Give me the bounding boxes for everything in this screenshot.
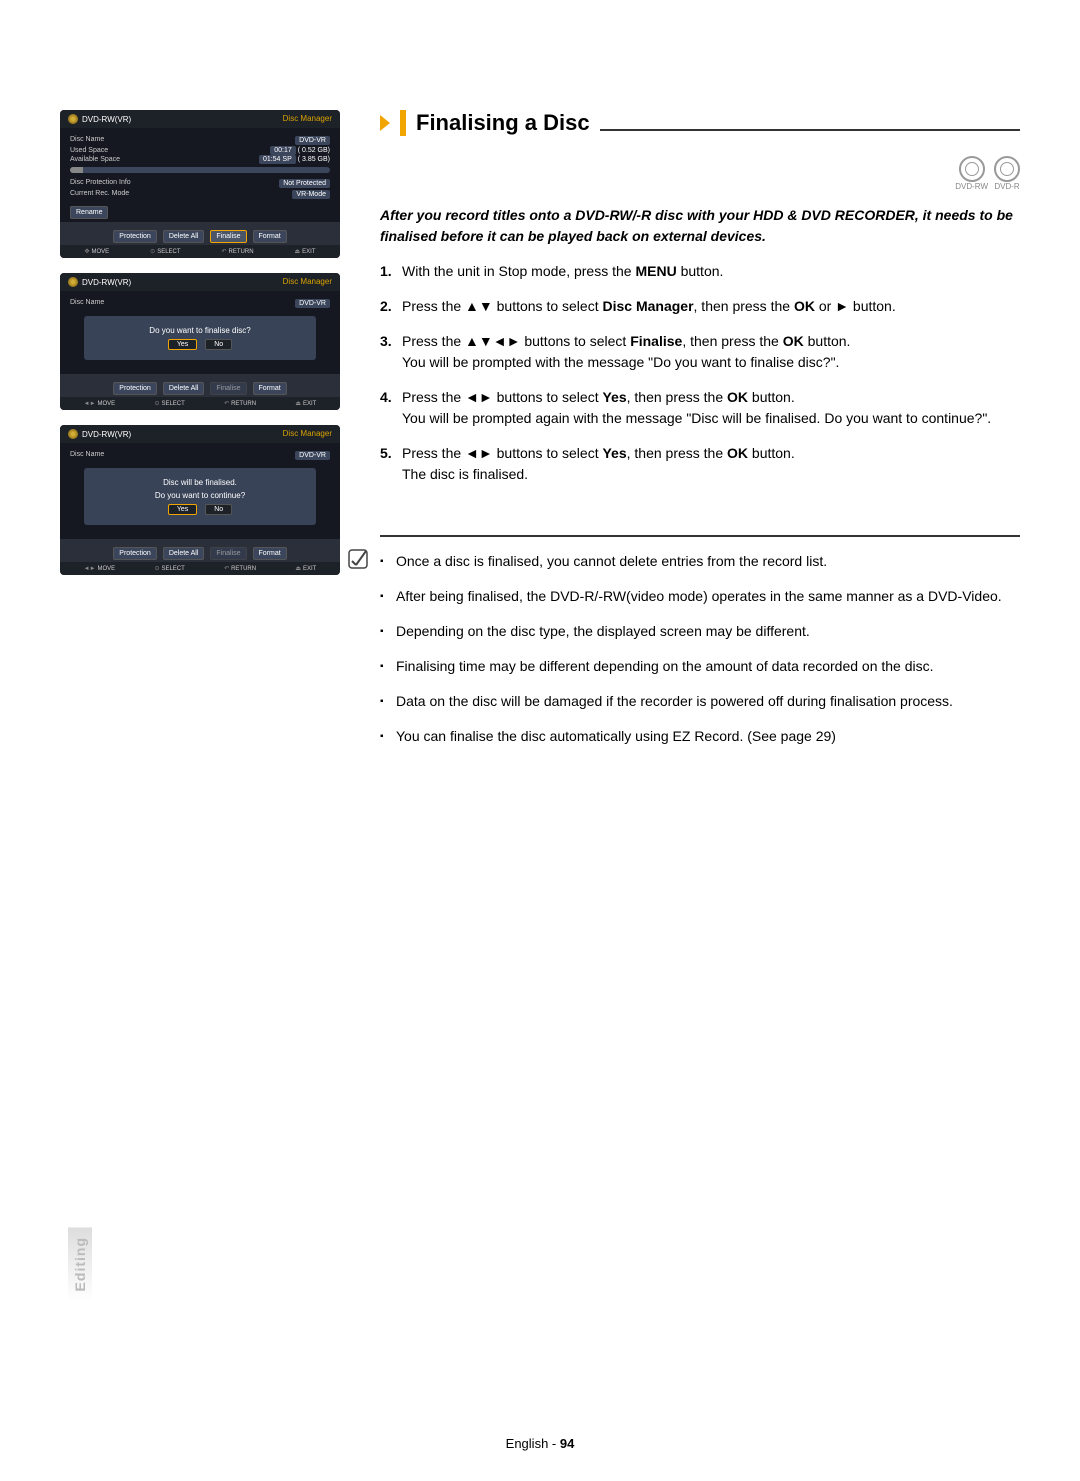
step-list: With the unit in Stop mode, press the ME… [380, 261, 1020, 485]
footer-exit: EXIT [302, 249, 315, 255]
note-item: Finalising time may be different dependi… [380, 656, 1020, 677]
exit-icon: ⏏ [295, 248, 301, 255]
footer-move: MOVE [92, 249, 110, 255]
section-heading: Finalising a Disc [380, 110, 1020, 136]
dialog-finalise: Do you want to finalise disc? Yes No [84, 316, 316, 360]
finalise-button[interactable]: Finalise [210, 230, 246, 243]
step-item: Press the ◄► buttons to select Yes, then… [380, 443, 1020, 485]
note-item: Data on the disc will be damaged if the … [380, 691, 1020, 712]
rec-mode-value: VR-Mode [292, 190, 330, 199]
rename-button[interactable]: Rename [70, 206, 108, 219]
dialog-text-line2: Do you want to continue? [94, 491, 306, 500]
used-space-label: Used Space [70, 147, 150, 154]
note-item: After being finalised, the DVD-R/-RW(vid… [380, 586, 1020, 607]
section-tab: Editing [68, 1227, 92, 1301]
rec-mode-label: Current Rec. Mode [70, 190, 150, 199]
title-bar-icon [400, 110, 406, 136]
note-icon [346, 547, 370, 571]
device-label: DVD-RW(VR) [82, 115, 131, 124]
step-item: Press the ◄► buttons to select Yes, then… [380, 387, 1020, 429]
disc-icon [68, 277, 78, 287]
footer-return: RETURN [229, 249, 254, 255]
avail-time: 01:54 SP [259, 155, 296, 164]
content-column: Finalising a Disc DVD-RW DVD-R After you… [380, 110, 1020, 761]
dialog-continue: Disc will be finalised. Do you want to c… [84, 468, 316, 525]
protection-value: Not Protected [279, 179, 330, 188]
note-list: Once a disc is finalised, you cannot del… [380, 551, 1020, 747]
disc-type-icon: DVD-R [994, 156, 1020, 191]
disc-name-value: DVD-VR [295, 136, 330, 145]
yes-button[interactable]: Yes [168, 504, 197, 515]
select-icon: ⊙ [150, 248, 155, 255]
protection-button[interactable]: Protection [113, 230, 157, 243]
protection-label: Disc Protection Info [70, 179, 150, 188]
disc-icon [68, 429, 78, 439]
return-icon: ↶ [222, 248, 227, 255]
disc-type-icon: DVD-RW [955, 156, 988, 191]
used-size: ( 0.52 GB) [298, 147, 330, 154]
avail-size: ( 3.85 GB) [298, 156, 330, 163]
dialog-text-line1: Disc will be finalised. [94, 478, 306, 487]
screenshot-confirm-continue: DVD-RW(VR) Disc Manager Disc NameDVD-VR … [60, 425, 340, 575]
panel-title: Disc Manager [283, 114, 332, 124]
note-item: Depending on the disc type, the displaye… [380, 621, 1020, 642]
screenshot-disc-manager: DVD-RW(VR) Disc Manager Disc NameDVD-VR … [60, 110, 340, 258]
footer-select: SELECT [157, 249, 180, 255]
page-footer: English - 94 [0, 1436, 1080, 1451]
step-item: Press the ▲▼ buttons to select Disc Mana… [380, 296, 1020, 317]
used-time: 00:17 [270, 146, 296, 155]
no-button[interactable]: No [205, 504, 232, 515]
delete-all-button[interactable]: Delete All [163, 230, 205, 243]
move-icon: ✥ [84, 248, 89, 255]
step-item: Press the ▲▼◄► buttons to select Finalis… [380, 331, 1020, 373]
disc-name-label: Disc Name [70, 136, 150, 145]
no-button[interactable]: No [205, 339, 232, 350]
screenshot-confirm-finalise: DVD-RW(VR) Disc Manager Disc NameDVD-VR … [60, 273, 340, 410]
arrow-icon [380, 115, 390, 131]
page-title: Finalising a Disc [416, 110, 590, 136]
dialog-text: Do you want to finalise disc? [94, 326, 306, 335]
intro-text: After you record titles onto a DVD-RW/-R… [380, 205, 1020, 247]
note-item: Once a disc is finalised, you cannot del… [380, 551, 1020, 572]
screenshots-column: DVD-RW(VR) Disc Manager Disc NameDVD-VR … [60, 110, 340, 761]
applicable-discs: DVD-RW DVD-R [380, 156, 1020, 191]
format-button[interactable]: Format [253, 230, 287, 243]
note-box: Once a disc is finalised, you cannot del… [380, 535, 1020, 747]
avail-space-label: Available Space [70, 156, 150, 163]
yes-button[interactable]: Yes [168, 339, 197, 350]
step-item: With the unit in Stop mode, press the ME… [380, 261, 1020, 282]
disc-icon [68, 114, 78, 124]
note-item: You can finalise the disc automatically … [380, 726, 1020, 747]
